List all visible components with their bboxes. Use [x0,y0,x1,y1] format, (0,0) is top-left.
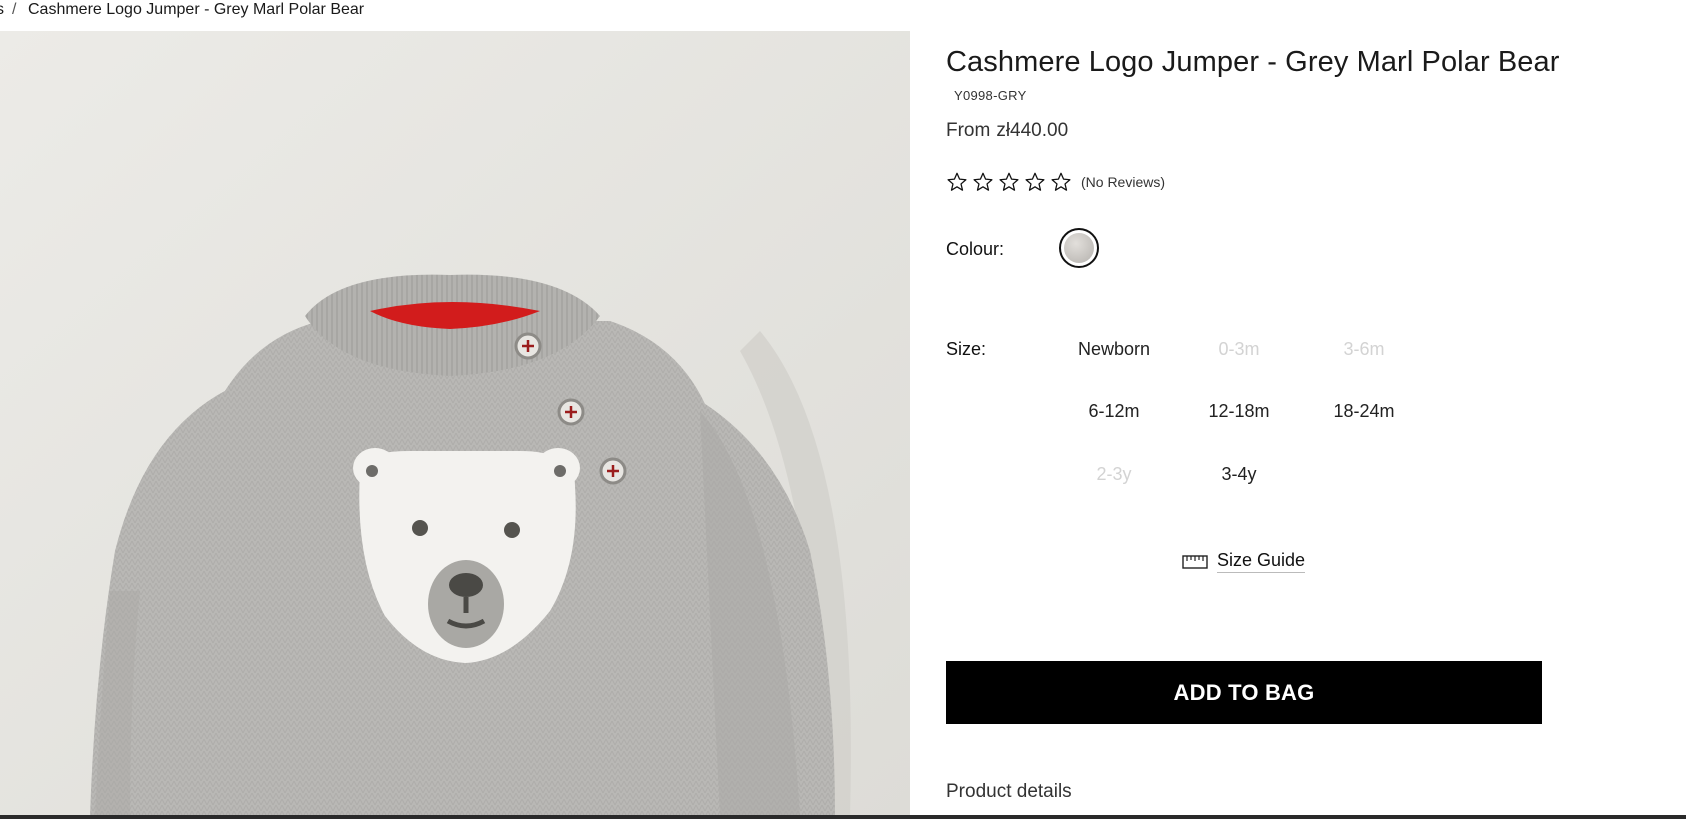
product-details-toggle[interactable]: Product details [946,781,1072,803]
bottom-divider [0,815,1686,819]
size-option-3-6m[interactable]: 3-6m [1304,339,1424,360]
star-empty-icon [973,172,993,191]
colour-swatch-grey-marl[interactable] [1059,228,1099,268]
rating[interactable]: (No Reviews) [946,170,1165,194]
breadcrumb-link-previous[interactable]: s [0,0,4,20]
size-label: Size: [946,339,987,359]
product-sku: Y0998-GRY [954,88,1027,103]
breadcrumb: s / Cashmere Logo Jumper - Grey Marl Pol… [0,0,900,22]
breadcrumb-current: Cashmere Logo Jumper - Grey Marl Polar B… [28,1,365,18]
product-title: Cashmere Logo Jumper - Grey Marl Polar B… [946,46,1560,78]
breadcrumb-separator: / [12,1,17,18]
add-to-bag-button[interactable]: ADD TO BAG [946,661,1542,724]
size-option-3-4y[interactable]: 3-4y [1179,464,1299,485]
product-price: From zł440.00 [946,120,1068,142]
swatch-fill [1064,233,1094,263]
product-image[interactable] [0,31,910,816]
size-option-0-3m[interactable]: 0-3m [1179,339,1299,360]
size-guide-label: Size Guide [1217,550,1306,573]
size-option-2-3y[interactable]: 2-3y [1054,464,1174,485]
size-option-12-18m[interactable]: 12-18m [1179,401,1299,422]
star-empty-icon [947,172,967,191]
price-prefix: From [946,120,991,141]
colour-label: Colour: [946,239,1005,259]
size-option-18-24m[interactable]: 18-24m [1304,401,1424,422]
rating-stars [946,171,1072,193]
size-option-6-12m[interactable]: 6-12m [1054,401,1174,422]
star-empty-icon [999,172,1019,191]
product-info: Cashmere Logo Jumper - Grey Marl Polar B… [946,0,1586,815]
star-empty-icon [1025,172,1045,191]
price-value: zł440.00 [996,120,1069,141]
star-empty-icon [1051,172,1071,191]
size-guide-link[interactable]: Size Guide [1182,550,1306,573]
ruler-icon [1182,554,1208,569]
size-option-newborn[interactable]: Newborn [1054,339,1174,360]
review-count: (No Reviews) [1081,174,1166,190]
